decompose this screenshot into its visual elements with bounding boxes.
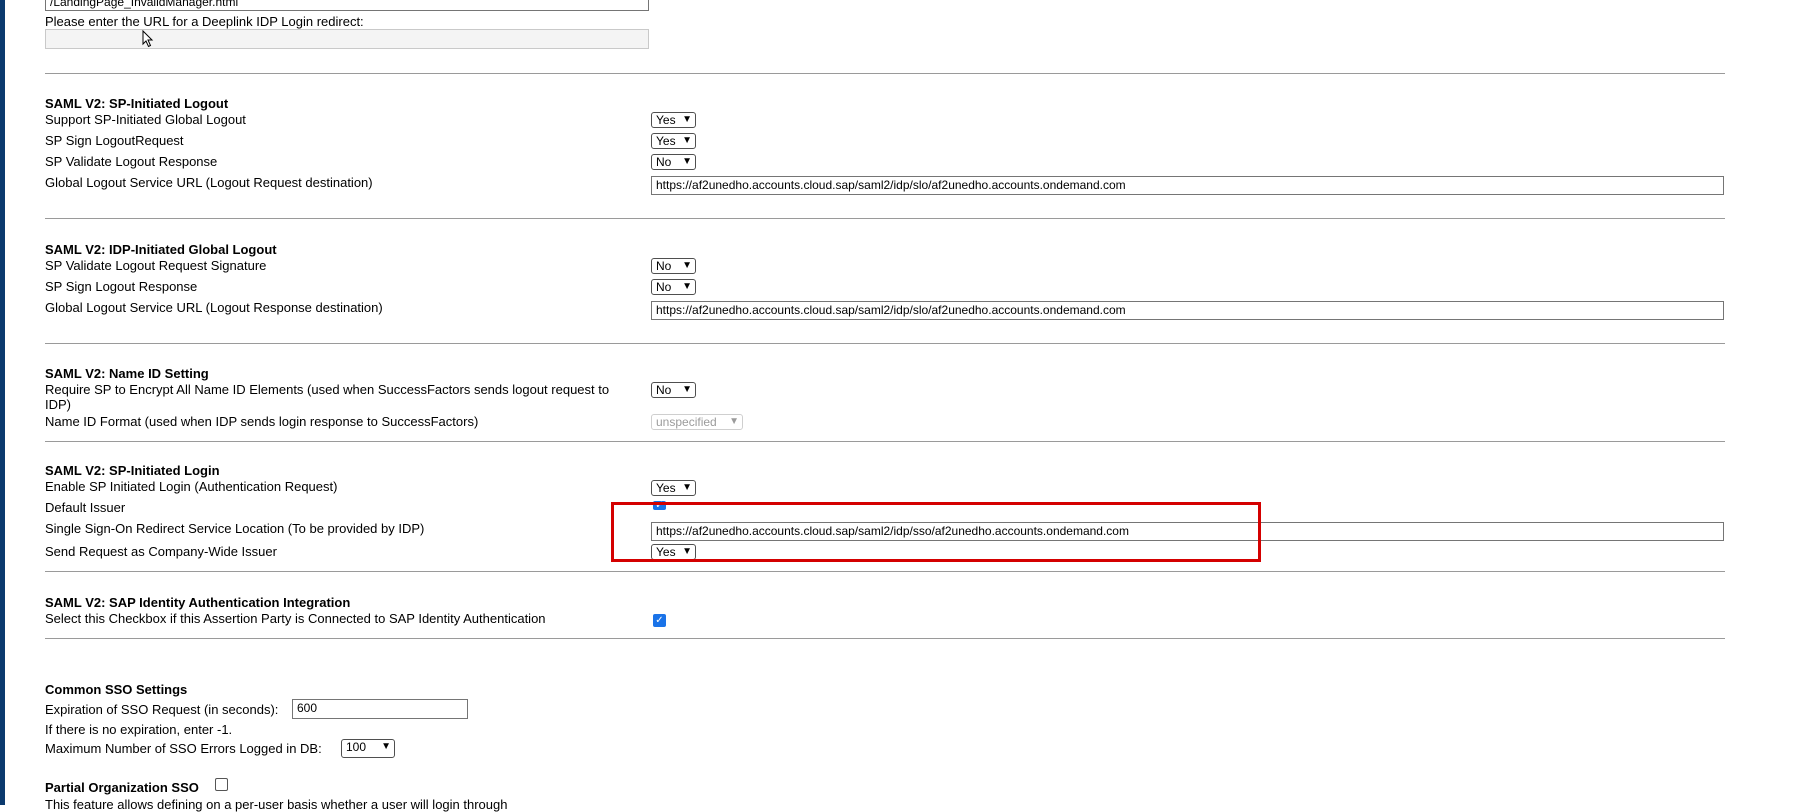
- sp-validate-logout-request-signature-label: SP Validate Logout Request Signature: [45, 258, 267, 273]
- expiration-label: Expiration of SSO Request (in seconds):: [45, 702, 279, 717]
- sp-validate-logout-request-signature-select[interactable]: No ▼: [651, 258, 696, 274]
- support-sp-global-logout-label: Support SP-Initiated Global Logout: [45, 112, 246, 127]
- sap-ias-title: SAML V2: SAP Identity Authentication Int…: [45, 595, 351, 610]
- sp-sign-logout-request-label: SP Sign LogoutRequest: [45, 133, 184, 148]
- global-logout-response-url-input[interactable]: https://af2unedho.accounts.cloud.sap/sam…: [651, 301, 1724, 320]
- chevron-down-icon: ▼: [682, 260, 692, 271]
- max-errors-label: Maximum Number of SSO Errors Logged in D…: [45, 741, 322, 756]
- deeplink-label: Please enter the URL for a Deeplink IDP …: [45, 14, 364, 29]
- chevron-down-icon: ▼: [682, 156, 692, 167]
- name-id-format-label: Name ID Format (used when IDP sends logi…: [45, 414, 479, 429]
- checkmark-icon: ✓: [655, 615, 664, 626]
- partial-org-checkbox[interactable]: [215, 778, 228, 791]
- expiration-input[interactable]: 600: [292, 699, 468, 719]
- red-highlight-box: [611, 502, 1261, 562]
- sp-validate-logout-response-label: SP Validate Logout Response: [45, 154, 218, 169]
- chevron-down-icon: ▼: [682, 135, 692, 146]
- left-edge-bar: [0, 0, 5, 805]
- chevron-down-icon: ▼: [682, 384, 692, 395]
- sso-settings-form: /LandingPage_InvalidManager.html Please …: [45, 0, 1725, 812]
- sp-sign-logout-response-select[interactable]: No ▼: [651, 279, 696, 295]
- section-divider: [45, 638, 1725, 639]
- sp-logout-title: SAML V2: SP-Initiated Logout: [45, 96, 229, 111]
- enable-sp-login-select[interactable]: Yes ▼: [651, 480, 696, 496]
- section-divider: [45, 218, 1725, 219]
- sp-login-title: SAML V2: SP-Initiated Login: [45, 463, 220, 478]
- idp-logout-title: SAML V2: IDP-Initiated Global Logout: [45, 242, 277, 257]
- name-id-title: SAML V2: Name ID Setting: [45, 366, 209, 381]
- company-wide-issuer-label: Send Request as Company-Wide Issuer: [45, 544, 277, 559]
- encrypt-name-id-label: Require SP to Encrypt All Name ID Elemen…: [45, 382, 610, 412]
- section-divider: [45, 73, 1725, 74]
- sp-validate-logout-response-select[interactable]: No ▼: [651, 154, 696, 170]
- sp-sign-logout-request-select[interactable]: Yes ▼: [651, 133, 696, 149]
- landing-page-field[interactable]: /LandingPage_InvalidManager.html: [45, 0, 649, 11]
- common-sso-title: Common SSO Settings: [45, 682, 188, 697]
- enable-sp-login-label: Enable SP Initiated Login (Authenticatio…: [45, 479, 338, 494]
- partial-org-title: Partial Organization SSO: [45, 780, 199, 795]
- global-logout-request-url-label: Global Logout Service URL (Logout Reques…: [45, 175, 373, 190]
- chevron-down-icon: ▼: [729, 416, 739, 427]
- global-logout-request-url-input[interactable]: https://af2unedho.accounts.cloud.sap/sam…: [651, 176, 1724, 195]
- default-issuer-label: Default Issuer: [45, 500, 126, 515]
- chevron-down-icon: ▼: [381, 741, 391, 752]
- name-id-format-select[interactable]: unspecified ▼: [651, 414, 743, 430]
- sap-ias-checkbox[interactable]: ✓: [653, 614, 666, 627]
- sso-redirect-location-label: Single Sign-On Redirect Service Location…: [45, 521, 425, 536]
- sap-ias-checkbox-label: Select this Checkbox if this Assertion P…: [45, 611, 546, 626]
- global-logout-response-url-label: Global Logout Service URL (Logout Respon…: [45, 300, 383, 315]
- deeplink-url-input[interactable]: [45, 29, 649, 49]
- max-errors-select[interactable]: 100 ▼: [341, 739, 395, 758]
- encrypt-name-id-select[interactable]: No ▼: [651, 382, 696, 398]
- section-divider: [45, 343, 1725, 344]
- no-expiration-note: If there is no expiration, enter -1.: [45, 722, 233, 737]
- support-sp-global-logout-select[interactable]: Yes ▼: [651, 112, 696, 128]
- chevron-down-icon: ▼: [682, 281, 692, 292]
- section-divider: [45, 571, 1725, 572]
- mouse-cursor-icon: [142, 29, 154, 51]
- section-divider: [45, 441, 1725, 442]
- sp-sign-logout-response-label: SP Sign Logout Response: [45, 279, 198, 294]
- chevron-down-icon: ▼: [682, 114, 692, 125]
- chevron-down-icon: ▼: [682, 482, 692, 493]
